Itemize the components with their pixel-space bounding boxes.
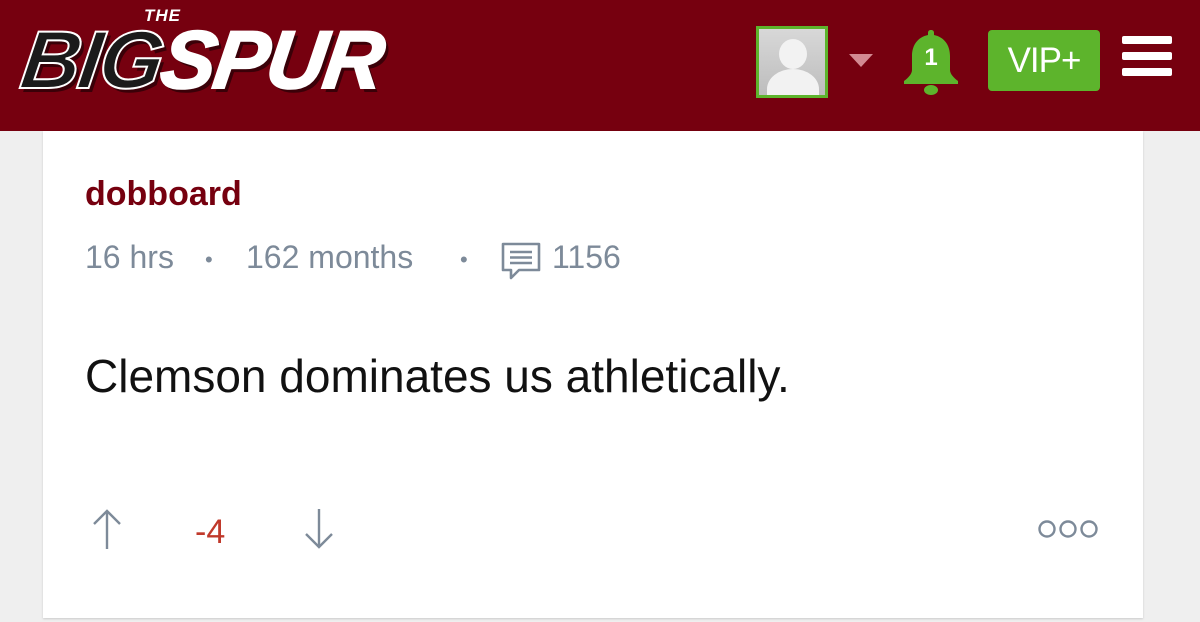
member-duration: 162 months: [246, 239, 414, 275]
post-body: Clemson dominates us athletically.: [85, 350, 790, 402]
site-logo[interactable]: THE BIGSPUR: [15, 4, 518, 122]
meta-separator-dot: •: [460, 247, 468, 272]
post-time: 16 hrs: [85, 239, 174, 275]
arrow-down-icon[interactable]: [299, 505, 339, 553]
bell-icon[interactable]: 1: [898, 26, 964, 98]
hamburger-menu-icon[interactable]: [1122, 36, 1172, 76]
logo-wordmark: BIGSPUR: [15, 14, 389, 107]
site-header: THE BIGSPUR 1 VIP+: [0, 0, 1200, 131]
avatar-icon[interactable]: [756, 26, 828, 98]
arrow-up-icon[interactable]: [87, 505, 127, 553]
menu-bar-middle: [1122, 52, 1172, 60]
menu-bar-top: [1122, 36, 1172, 44]
menu-bar-bottom: [1122, 68, 1172, 76]
meta-separator-dot: •: [205, 247, 213, 272]
post-card: dobboard 16 hrs • 162 months • 1156 Clem…: [43, 131, 1143, 618]
logo-word-big: BIG: [15, 14, 170, 107]
post-username[interactable]: dobboard: [85, 175, 242, 214]
vote-score: -4: [195, 513, 226, 551]
comment-icon: [501, 242, 541, 280]
avatar-head: [779, 39, 807, 69]
notification-count-badge: 1: [924, 44, 938, 71]
caret-down-icon[interactable]: [849, 54, 873, 67]
post-count: 1156: [552, 239, 621, 275]
more-options-icon[interactable]: [1037, 517, 1099, 541]
logo-word-spur: SPUR: [154, 14, 389, 107]
vip-button[interactable]: VIP+: [988, 30, 1100, 91]
avatar-body: [767, 69, 819, 95]
